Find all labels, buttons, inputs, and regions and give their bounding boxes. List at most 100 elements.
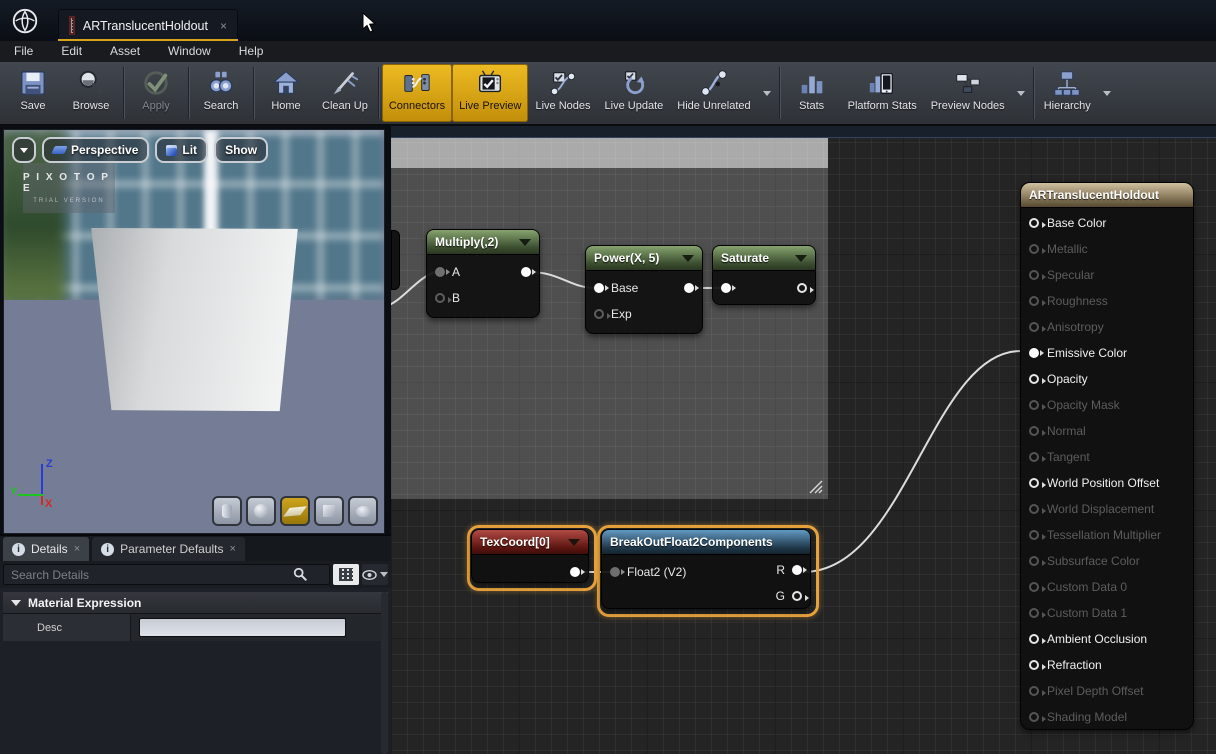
- browse-button[interactable]: Browse: [62, 64, 120, 122]
- tab-close-icon[interactable]: ×: [230, 543, 236, 555]
- shape-sphere-button[interactable]: [246, 496, 276, 526]
- input-pin-b[interactable]: [435, 293, 445, 303]
- pin-pixel-depth-offset[interactable]: Pixel Depth Offset: [1021, 678, 1193, 704]
- live-preview-button[interactable]: Live Preview: [452, 64, 528, 122]
- node-power-header[interactable]: Power(X, 5): [586, 246, 702, 271]
- output-pin[interactable]: [570, 567, 580, 577]
- pin-world-position-offset[interactable]: World Position Offset: [1021, 470, 1193, 496]
- details-scrollbar[interactable]: [381, 592, 388, 754]
- preview-nodes-button[interactable]: Preview Nodes: [924, 64, 1012, 122]
- tab-parameter-defaults[interactable]: i Parameter Defaults ×: [92, 537, 245, 561]
- tab-close-icon[interactable]: ×: [74, 543, 80, 555]
- comment-box-header[interactable]: [391, 138, 828, 168]
- input-pin[interactable]: [721, 283, 731, 293]
- apply-button[interactable]: Apply: [127, 64, 185, 122]
- output-pin[interactable]: [521, 267, 531, 277]
- menu-file[interactable]: File: [0, 41, 47, 62]
- pin-anisotropy[interactable]: Anisotropy: [1021, 314, 1193, 340]
- node-saturate[interactable]: Saturate: [712, 245, 816, 305]
- home-button[interactable]: Home: [257, 64, 315, 122]
- node-collapse-icon[interactable]: [519, 239, 531, 246]
- menu-asset[interactable]: Asset: [96, 41, 154, 62]
- output-pin[interactable]: [797, 283, 807, 293]
- shape-plane-button[interactable]: [280, 496, 310, 526]
- connectors-button[interactable]: Connectors: [382, 64, 452, 122]
- live-nodes-button[interactable]: Live Nodes: [528, 64, 597, 122]
- view-options-button[interactable]: [362, 564, 388, 585]
- tab-details[interactable]: i Details ×: [3, 537, 89, 561]
- node-multiply[interactable]: Multiply(,2) A B: [426, 229, 540, 318]
- viewport-menu-button[interactable]: [12, 137, 36, 163]
- mouse-cursor: [362, 12, 378, 34]
- pin-tessellation-multiplier[interactable]: Tessellation Multiplier: [1021, 522, 1193, 548]
- hierarchy-dropdown[interactable]: [1098, 64, 1116, 122]
- pin-world-displacement[interactable]: World Displacement: [1021, 496, 1193, 522]
- input-pin-exp[interactable]: [594, 309, 604, 319]
- desc-field[interactable]: [139, 618, 346, 637]
- axis-z-line: [41, 464, 43, 496]
- hierarchy-button[interactable]: Hierarchy: [1037, 64, 1098, 122]
- clean-up-button[interactable]: Clean Up: [315, 64, 375, 122]
- material-graph-canvas[interactable]: Multiply(,2) A B P: [391, 126, 1216, 754]
- search-button[interactable]: Search: [192, 64, 250, 122]
- pin-ambient-occlusion[interactable]: Ambient Occlusion: [1021, 626, 1193, 652]
- menu-window[interactable]: Window: [154, 41, 225, 62]
- pin-base-color[interactable]: Base Color: [1021, 210, 1193, 236]
- pin-roughness[interactable]: Roughness: [1021, 288, 1193, 314]
- node-collapse-icon[interactable]: [682, 255, 694, 262]
- pin-tangent[interactable]: Tangent: [1021, 444, 1193, 470]
- pin-custom-data-1[interactable]: Custom Data 1: [1021, 600, 1193, 626]
- search-details-input[interactable]: [3, 564, 330, 585]
- node-texcoord-header[interactable]: TexCoord[0]: [472, 530, 588, 555]
- preview-viewport[interactable]: Perspective Lit Show P I X O T O P E TRI…: [3, 129, 385, 534]
- pin-opacity-mask[interactable]: Opacity Mask: [1021, 392, 1193, 418]
- node-material-result[interactable]: ARTranslucentHoldout Base Color Metallic…: [1020, 182, 1194, 730]
- save-button[interactable]: Save: [4, 64, 62, 122]
- node-texcoord[interactable]: TexCoord[0]: [471, 529, 589, 583]
- pin-custom-data-0[interactable]: Custom Data 0: [1021, 574, 1193, 600]
- graph-options-dropdown[interactable]: [758, 64, 776, 122]
- pin-normal[interactable]: Normal: [1021, 418, 1193, 444]
- hide-unrelated-button[interactable]: Hide Unrelated: [670, 64, 757, 122]
- node-multiply-header[interactable]: Multiply(,2): [427, 230, 539, 255]
- stats-button[interactable]: Stats: [783, 64, 841, 122]
- node-collapse-icon[interactable]: [568, 539, 580, 546]
- shape-teapot-button[interactable]: [348, 496, 378, 526]
- output-pin[interactable]: [684, 283, 694, 293]
- material-node-header[interactable]: ARTranslucentHoldout: [1021, 183, 1193, 208]
- node-breakout-header[interactable]: BreakOutFloat2Components: [602, 530, 810, 555]
- display-filter-grid-button[interactable]: [333, 564, 359, 585]
- input-pin-a[interactable]: [435, 267, 445, 277]
- shape-cylinder-button[interactable]: [212, 496, 242, 526]
- pin-subsurface-color[interactable]: Subsurface Color: [1021, 548, 1193, 574]
- node-collapse-icon[interactable]: [795, 255, 807, 262]
- asset-tab[interactable]: ARTranslucentHoldout ×: [58, 9, 238, 41]
- material-expression-section-header[interactable]: Material Expression: [3, 592, 388, 614]
- node-breakout[interactable]: BreakOutFloat2Components Float2 (V2) R G: [601, 529, 811, 609]
- lit-button[interactable]: Lit: [155, 137, 208, 163]
- pin-emissive-color[interactable]: Emissive Color: [1021, 340, 1193, 366]
- menu-help[interactable]: Help: [225, 41, 278, 62]
- preview-nodes-dropdown[interactable]: [1012, 64, 1030, 122]
- node-power[interactable]: Power(X, 5) Base Exp: [585, 245, 703, 334]
- perspective-button[interactable]: Perspective: [42, 137, 149, 163]
- tab-close-icon[interactable]: ×: [220, 19, 227, 33]
- platform-stats-button[interactable]: Platform Stats: [841, 64, 924, 122]
- menu-edit[interactable]: Edit: [47, 41, 96, 62]
- pin-refraction[interactable]: Refraction: [1021, 652, 1193, 678]
- live-update-button[interactable]: Live Update: [598, 64, 671, 122]
- input-pin-base[interactable]: [594, 283, 604, 293]
- output-pin-g[interactable]: [792, 591, 802, 601]
- show-button[interactable]: Show: [214, 137, 268, 163]
- pin-specular[interactable]: Specular: [1021, 262, 1193, 288]
- input-pin-float2[interactable]: [610, 567, 620, 577]
- pin-label: Exp: [611, 307, 632, 321]
- shape-cube-button[interactable]: [314, 496, 344, 526]
- output-pin-r[interactable]: [792, 565, 802, 575]
- pin-opacity[interactable]: Opacity: [1021, 366, 1193, 392]
- pin-shading-model[interactable]: Shading Model: [1021, 704, 1193, 730]
- pin-metallic[interactable]: Metallic: [1021, 236, 1193, 262]
- axis-y-line: [18, 494, 43, 496]
- comment-resize-handle[interactable]: [806, 477, 824, 495]
- node-saturate-header[interactable]: Saturate: [713, 246, 815, 271]
